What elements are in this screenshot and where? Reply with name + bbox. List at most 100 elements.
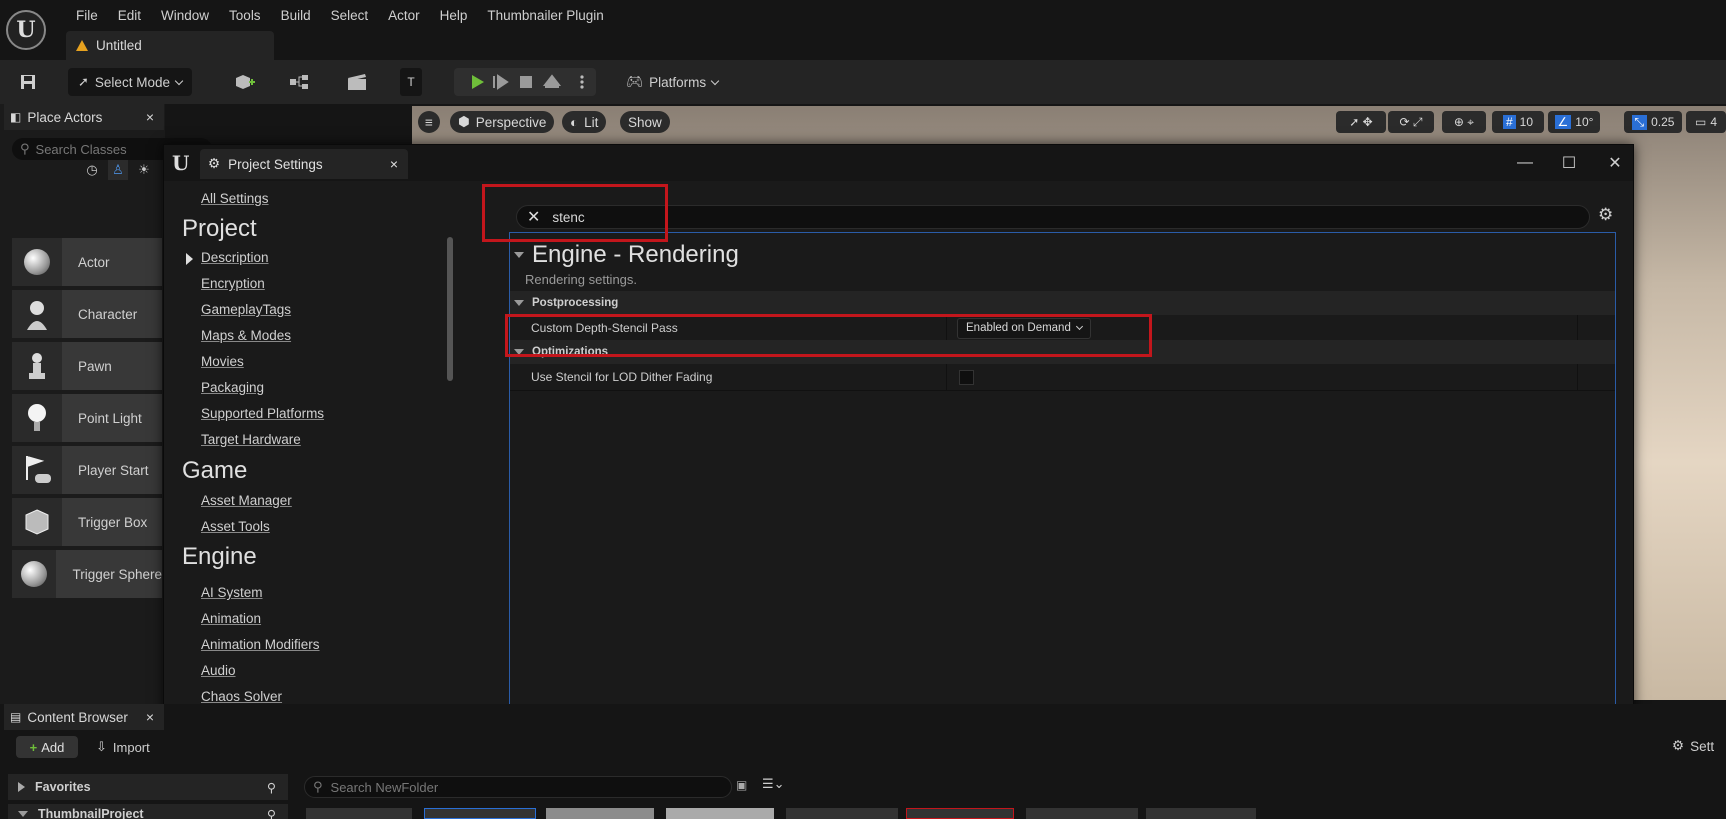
nav-link[interactable]: Movies <box>201 354 244 369</box>
level-tab[interactable]: Untitled <box>66 31 274 60</box>
cinematics-button[interactable] <box>338 68 378 96</box>
place-actors-tab[interactable]: ◧ Place Actors × <box>4 104 164 130</box>
nav-link[interactable]: Asset Manager <box>201 493 292 508</box>
basic-actors-icon[interactable]: ♙ <box>108 160 128 180</box>
nav-link[interactable]: Maps & Modes <box>201 328 291 343</box>
gear-icon[interactable]: ⚙ <box>1598 205 1613 225</box>
chevron-down-icon <box>174 76 184 85</box>
lod-dither-checkbox[interactable] <box>959 369 974 385</box>
actor-label: Player Start <box>78 462 149 478</box>
actor-item[interactable]: Trigger Sphere <box>12 550 162 598</box>
maximize-icon[interactable]: ☐ <box>1554 151 1584 175</box>
asset-thumbnail[interactable] <box>906 808 1014 819</box>
content-browser-tab-label: Content Browser <box>27 709 128 725</box>
search-icon[interactable]: ⚲ <box>267 780 276 795</box>
nav-link[interactable]: Audio <box>201 663 236 678</box>
place-actors-panel: ◧ Place Actors × ⚲ Search Classes ◷ ♙ ☀ … <box>0 104 212 704</box>
perspective-label: Perspective <box>475 114 547 130</box>
play-controls-icons[interactable] <box>454 68 596 96</box>
menu-help[interactable]: Help <box>430 6 478 26</box>
rotation-snap-button[interactable]: ∠ 10° <box>1548 111 1600 133</box>
perspective-button[interactable]: ⬢ Perspective <box>450 111 555 133</box>
hamburger-menu-icon[interactable]: ≡ <box>418 111 440 133</box>
rotate-scale-icons[interactable]: ⟳ ⤢ <box>1388 111 1434 133</box>
expand-arrow-icon[interactable] <box>186 253 193 265</box>
menu-window[interactable]: Window <box>151 6 219 26</box>
menu-tools[interactable]: Tools <box>219 6 271 26</box>
content-browser-tab[interactable]: ▤ Content Browser × <box>4 704 164 730</box>
save-search-icon[interactable]: ▣ <box>736 778 747 792</box>
search-icon[interactable]: ⚲ <box>267 807 276 819</box>
scale-snap-button[interactable]: ⤡ 0.25 <box>1624 111 1682 133</box>
project-settings-tab[interactable]: ⚙ Project Settings × <box>200 149 408 179</box>
window-titlebar[interactable]: U ⚙ Project Settings × — ☐ ✕ <box>164 145 1633 181</box>
asset-thumbnail[interactable] <box>1146 808 1256 819</box>
gamepad-icon: 🎮︎ <box>625 74 644 89</box>
nav-link[interactable]: Chaos Solver <box>201 689 282 704</box>
actor-item[interactable]: Player Start <box>12 446 162 494</box>
nav-link[interactable]: GameplayTags <box>201 302 291 317</box>
all-settings-link[interactable]: All Settings <box>201 191 269 206</box>
nav-link[interactable]: Description <box>201 250 269 265</box>
menu-thumbnailer-plugin[interactable]: Thumbnailer Plugin <box>477 6 613 26</box>
blueprint-button[interactable] <box>282 68 320 96</box>
nav-scrollbar[interactable] <box>447 237 453 381</box>
nav-link[interactable]: Packaging <box>201 380 264 395</box>
camera-speed-button[interactable]: ▭ 4 <box>1686 111 1726 133</box>
nav-link[interactable]: Animation Modifiers <box>201 637 320 652</box>
actor-item[interactable]: Pawn <box>12 342 162 390</box>
project-settings-tab-label: Project Settings <box>228 156 323 172</box>
menu-actor[interactable]: Actor <box>378 6 430 26</box>
settings-search-input[interactable]: ✕ stenc <box>516 205 1590 229</box>
asset-thumbnail[interactable] <box>546 808 654 819</box>
add-actor-button[interactable] <box>226 68 264 96</box>
actor-item[interactable]: Character <box>12 290 162 338</box>
actor-item[interactable]: Point Light <box>12 394 162 442</box>
text-tool-icon[interactable]: T <box>400 68 422 96</box>
menu-edit[interactable]: Edit <box>108 6 151 26</box>
asset-thumbnail[interactable] <box>1026 808 1138 819</box>
asset-thumbnail[interactable] <box>666 808 774 819</box>
close-icon[interactable]: × <box>146 109 154 125</box>
content-settings-button[interactable]: ⚙ Sett <box>1672 738 1714 754</box>
actor-item[interactable]: Trigger Box <box>12 498 162 546</box>
save-icon[interactable] <box>14 68 42 96</box>
select-mode-dropdown[interactable]: ➚ Select Mode <box>68 68 192 96</box>
nav-link[interactable]: Encryption <box>201 276 265 291</box>
close-icon[interactable]: × <box>390 156 398 172</box>
grid-snap-button[interactable]: #10 <box>1492 111 1544 133</box>
minimize-icon[interactable]: — <box>1510 151 1540 175</box>
import-button[interactable]: ⇩ Import <box>96 736 150 758</box>
menu-select[interactable]: Select <box>321 6 379 26</box>
show-button[interactable]: Show <box>620 111 670 133</box>
nav-link[interactable]: Supported Platforms <box>201 406 324 421</box>
menu-build[interactable]: Build <box>271 6 321 26</box>
lit-button[interactable]: ◐ Lit <box>562 111 607 133</box>
section-header[interactable]: Engine - Rendering <box>514 241 739 269</box>
nav-link[interactable]: Target Hardware <box>201 432 301 447</box>
close-icon[interactable]: × <box>146 709 154 725</box>
nav-link[interactable]: Animation <box>201 611 261 626</box>
lights-icon[interactable]: ☀ <box>134 160 154 180</box>
filter-icon[interactable]: ☰⌄ <box>762 776 785 792</box>
menu-file[interactable]: File <box>66 6 108 26</box>
close-window-icon[interactable]: ✕ <box>1600 151 1630 175</box>
project-section[interactable]: ThumbnailProject ⚲ <box>8 804 288 819</box>
asset-thumbnail[interactable] <box>306 808 412 819</box>
search-folder-input[interactable]: ⚲ Search NewFolder <box>304 776 732 798</box>
transform-tools[interactable]: ➚ ✥ <box>1336 111 1386 133</box>
unreal-logo-icon[interactable]: U <box>6 10 46 50</box>
platforms-dropdown[interactable]: 🎮︎ Platforms <box>618 68 726 96</box>
asset-thumbnail[interactable] <box>786 808 898 819</box>
category-postprocessing[interactable]: Postprocessing <box>510 291 1615 315</box>
world-local-icon[interactable]: ⊕ ⌖ <box>1442 111 1486 133</box>
actor-item[interactable]: Actor <box>12 238 162 286</box>
add-button[interactable]: + Add <box>16 736 78 758</box>
asset-thumbnail[interactable] <box>424 808 536 819</box>
nav-link[interactable]: AI System <box>201 585 263 600</box>
favorites-label: Favorites <box>35 780 91 794</box>
recent-icon[interactable]: ◷ <box>82 160 102 180</box>
lit-label: Lit <box>584 114 599 130</box>
favorites-section[interactable]: Favorites ⚲ <box>8 774 288 800</box>
nav-link[interactable]: Asset Tools <box>201 519 270 534</box>
